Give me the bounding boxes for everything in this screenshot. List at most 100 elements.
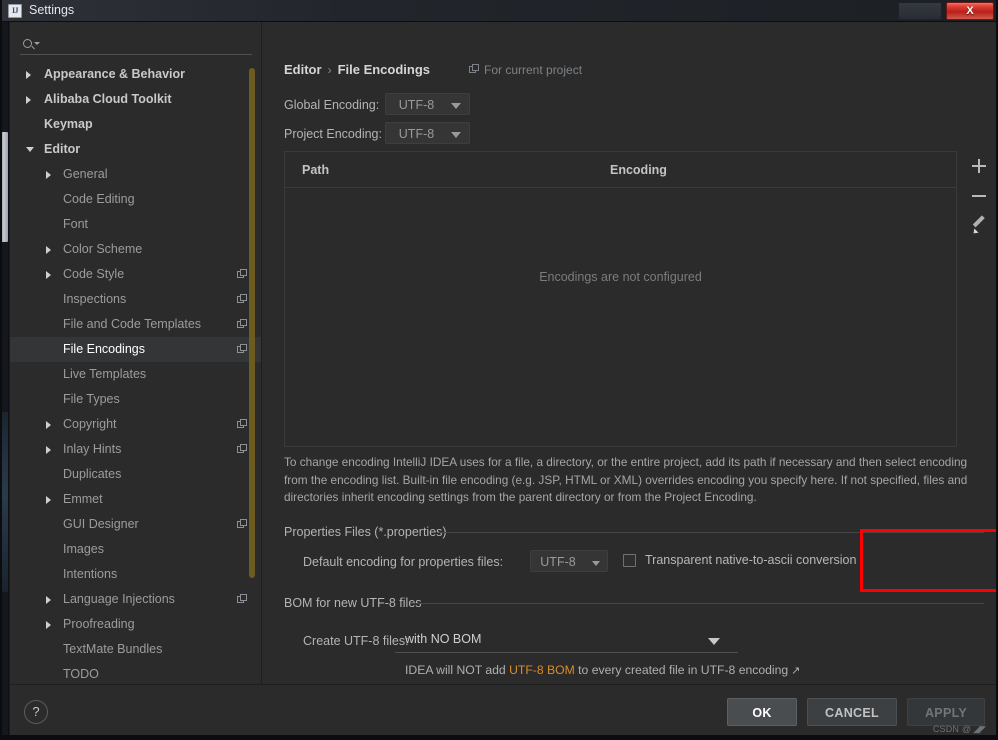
minimize-maximize-group[interactable] <box>898 2 942 20</box>
properties-group-title: Properties Files (*.properties) <box>284 525 447 539</box>
external-link-icon[interactable]: ↗ <box>791 665 800 677</box>
pencil-icon <box>971 215 986 236</box>
sidebar-item-code-editing[interactable]: Code Editing <box>10 187 261 212</box>
chevron-right-icon[interactable] <box>46 446 51 454</box>
chevron-right-icon[interactable] <box>46 421 51 429</box>
bom-note-suffix: to every created file in UTF-8 encoding <box>574 663 789 677</box>
sidebar-item-label: TODO <box>63 667 99 681</box>
bom-note-prefix: IDEA will NOT add <box>405 663 510 677</box>
chevron-right-icon[interactable] <box>26 96 31 104</box>
close-icon[interactable]: X <box>946 2 994 20</box>
sidebar-item-label: File Types <box>63 392 120 406</box>
sidebar-item-appearance-behavior[interactable]: Appearance & Behavior <box>10 62 261 87</box>
chevron-down-icon[interactable] <box>26 147 34 156</box>
encodings-table[interactable]: Path Encoding Encodings are not configur… <box>284 151 957 447</box>
watermark: CSDN @ ◢◤ <box>932 724 986 735</box>
minus-icon <box>972 195 986 197</box>
ok-button[interactable]: OK <box>727 698 797 726</box>
project-scope-icon <box>469 64 480 75</box>
sidebar-item-emmet[interactable]: Emmet <box>10 487 261 512</box>
transparent-native-to-ascii-checkbox-row[interactable]: Transparent native-to-ascii conversion <box>623 553 856 567</box>
bom-note-highlight: UTF-8 BOM <box>509 663 575 677</box>
outer-scrollbar-track <box>1 412 8 592</box>
project-encoding-dropdown[interactable]: UTF-8 <box>385 122 470 144</box>
sidebar-item-label: Keymap <box>44 117 93 131</box>
chevron-right-icon[interactable] <box>46 596 51 604</box>
project-scope-icon <box>237 319 248 330</box>
highlight-annotation-box <box>860 529 998 592</box>
help-icon[interactable]: ? <box>24 700 48 724</box>
bom-note: IDEA will NOT add UTF-8 BOM to every cre… <box>405 663 800 677</box>
apply-button: APPLY <box>907 698 985 726</box>
sidebar-item-label: Inlay Hints <box>63 442 122 456</box>
transparent-native-to-ascii-label: Transparent native-to-ascii conversion <box>645 553 857 567</box>
sidebar-scrollbar-thumb[interactable] <box>249 68 255 578</box>
chevron-right-icon[interactable] <box>26 71 31 79</box>
search-input[interactable] <box>43 36 252 51</box>
encodings-help-text: To change encoding IntelliJ IDEA uses fo… <box>284 455 968 504</box>
cancel-button[interactable]: CANCEL <box>807 698 897 726</box>
sidebar-item-label: GUI Designer <box>63 517 139 531</box>
sidebar-item-live-templates[interactable]: Live Templates <box>10 362 261 387</box>
sidebar-item-duplicates[interactable]: Duplicates <box>10 462 261 487</box>
project-scope-icon <box>237 519 248 530</box>
create-utf8-files-dropdown[interactable]: with NO BOM <box>395 629 738 653</box>
sidebar-item-gui-designer[interactable]: GUI Designer <box>10 512 261 537</box>
sidebar-item-copyright[interactable]: Copyright <box>10 412 261 437</box>
sidebar-item-language-injections[interactable]: Language Injections <box>10 587 261 612</box>
sidebar-item-label: Appearance & Behavior <box>44 67 186 81</box>
create-utf8-files-label: Create UTF-8 files: <box>303 634 409 648</box>
sidebar-item-todo[interactable]: TODO <box>10 662 261 684</box>
sidebar-item-file-and-code-templates[interactable]: File and Code Templates <box>10 312 261 337</box>
sidebar-item-file-encodings[interactable]: File Encodings <box>10 337 261 362</box>
chevron-down-icon <box>451 132 461 138</box>
default-properties-encoding-value: UTF-8 <box>540 555 576 569</box>
global-encoding-label: Global Encoding: <box>284 98 380 112</box>
sidebar-item-label: Intentions <box>63 567 118 581</box>
chevron-down-icon <box>592 561 600 566</box>
search-input-row[interactable] <box>20 33 252 55</box>
sidebar-item-file-types[interactable]: File Types <box>10 387 261 412</box>
edit-encoding-button[interactable] <box>967 214 991 238</box>
add-encoding-button[interactable] <box>967 154 991 178</box>
sidebar-item-editor[interactable]: Editor <box>10 137 261 162</box>
settings-content-panel: Editor › File Encodings For current projec… <box>263 22 998 684</box>
chevron-down-icon <box>451 103 461 109</box>
outer-scrollbar-thumb[interactable] <box>1 132 8 242</box>
sidebar-item-textmate-bundles[interactable]: TextMate Bundles <box>10 637 261 662</box>
sidebar-item-images[interactable]: Images <box>10 537 261 562</box>
sidebar-item-font[interactable]: Font <box>10 212 261 237</box>
sidebar-item-proofreading[interactable]: Proofreading <box>10 612 261 637</box>
chevron-right-icon[interactable] <box>46 271 51 279</box>
project-scope-icon <box>237 269 248 280</box>
chevron-right-icon[interactable] <box>46 246 51 254</box>
project-scope-icon <box>237 344 248 355</box>
column-header-encoding[interactable]: Encoding <box>610 163 667 177</box>
sidebar-item-code-style[interactable]: Code Style <box>10 262 261 287</box>
breadcrumb-parent[interactable]: Editor <box>284 62 322 77</box>
title-bar: IJ Settings X <box>0 0 998 22</box>
global-encoding-dropdown[interactable]: UTF-8 <box>385 93 470 115</box>
settings-dialog: Appearance & Behavior Alibaba Cloud Toolk… <box>9 22 998 738</box>
sidebar-item-label: Proofreading <box>63 617 135 631</box>
chevron-right-icon[interactable] <box>46 171 51 179</box>
sidebar-item-label: Language Injections <box>63 592 175 606</box>
sidebar-item-intentions[interactable]: Intentions <box>10 562 261 587</box>
column-header-path[interactable]: Path <box>302 163 329 177</box>
transparent-native-to-ascii-checkbox[interactable] <box>623 553 636 567</box>
chevron-right-icon[interactable] <box>46 621 51 629</box>
project-scope-icon <box>237 419 248 430</box>
default-properties-encoding-dropdown[interactable]: UTF-8 <box>530 550 608 572</box>
sidebar-search <box>10 30 261 60</box>
remove-encoding-button[interactable] <box>967 184 991 208</box>
watermark-label: CSDN @ <box>932 724 972 734</box>
window-title: Settings <box>29 3 75 17</box>
chevron-right-icon[interactable] <box>46 496 51 504</box>
sidebar-item-alibaba-cloud-toolkit[interactable]: Alibaba Cloud Toolkit <box>10 87 261 112</box>
sidebar-item-inspections[interactable]: Inspections <box>10 287 261 312</box>
sidebar-item-keymap[interactable]: Keymap <box>10 112 261 137</box>
encodings-empty-message: Encodings are not configured <box>539 270 702 284</box>
sidebar-item-inlay-hints[interactable]: Inlay Hints <box>10 437 261 462</box>
sidebar-item-general[interactable]: General <box>10 162 261 187</box>
sidebar-item-color-scheme[interactable]: Color Scheme <box>10 237 261 262</box>
